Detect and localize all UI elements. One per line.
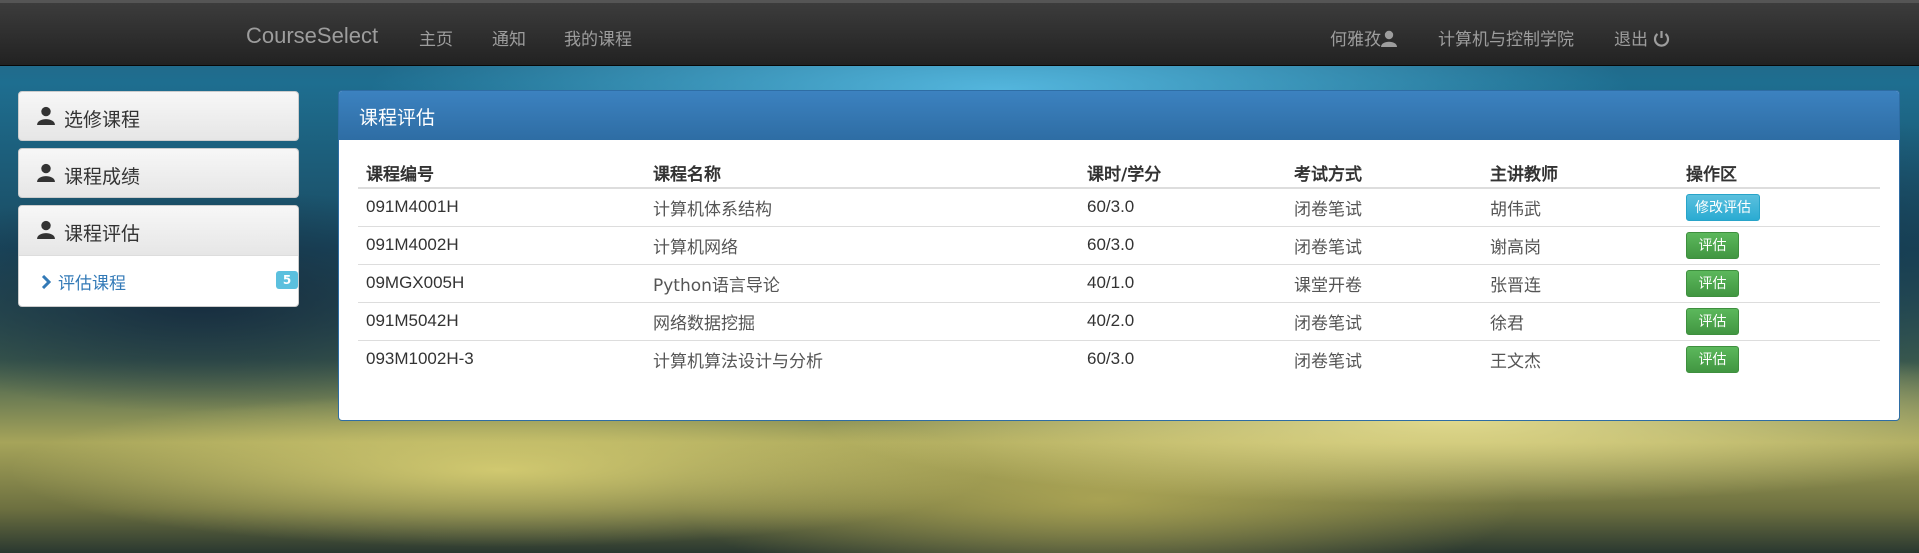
panel-heading: 课程评估 [339,91,1899,140]
nav-logout[interactable]: 退出 [1614,25,1670,50]
exam-type: 闭卷笔试 [1286,187,1482,226]
teacher: 胡伟武 [1482,187,1678,226]
course-name: 计算机体系结构 [645,187,1079,226]
course-name: 网络数据挖掘 [645,301,1079,340]
panel-title: 课程评估 [359,107,436,129]
course-hours: 60/3.0 [1079,187,1286,226]
course-hours: 40/1.0 [1079,263,1286,302]
user-name: 何雅孜 [1330,30,1381,50]
brand-link[interactable]: CourseSelect [246,23,378,49]
course-code: 091M5042H [358,301,645,340]
table-row: 09MGX005H Python语言导论 40/1.0 课堂开卷 张晋连 评估 [358,263,1880,302]
course-hours: 60/3.0 [1079,225,1286,264]
course-code: 091M4002H [358,225,645,264]
course-code: 091M4001H [358,187,645,226]
course-evaluation-panel: 课程评估 课程编号 课程名称 课时/学分 考试方式 主讲教师 操作区 091M4… [338,90,1900,421]
top-navbar: CourseSelect 主页 通知 我的课程 何雅孜 计算机与控制学院 退出 [0,0,1919,66]
course-name: 计算机网络 [645,225,1079,264]
logout-label: 退出 [1614,30,1648,50]
nav-my-courses[interactable]: 我的课程 [564,25,632,50]
course-hours: 60/3.0 [1079,339,1286,378]
nav-home[interactable]: 主页 [419,25,453,50]
count-badge: 5 [276,271,298,289]
sidebar-group-course-evaluation: 课程评估 评估课程 5 [18,205,299,307]
table-row: 091M5042H 网络数据挖掘 40/2.0 闭卷笔试 徐君 评估 [358,301,1880,340]
exam-type: 课堂开卷 [1286,263,1482,302]
sidebar-item-label: 课程成绩 [64,166,141,188]
exam-type: 闭卷笔试 [1286,225,1482,264]
course-table: 课程编号 课程名称 课时/学分 考试方式 主讲教师 操作区 091M4001H … [358,157,1880,378]
user-icon [37,220,55,239]
user-icon [1381,30,1397,47]
exam-type: 闭卷笔试 [1286,301,1482,340]
exam-type: 闭卷笔试 [1286,339,1482,378]
course-name: Python语言导论 [645,263,1079,302]
nav-department[interactable]: 计算机与控制学院 [1438,25,1574,50]
chevron-right-icon [41,275,52,289]
table-row: 091M4002H 计算机网络 60/3.0 闭卷笔试 谢高岗 评估 [358,225,1880,264]
teacher: 王文杰 [1482,339,1678,378]
teacher: 谢高岗 [1482,225,1678,264]
course-code: 09MGX005H [358,263,645,302]
sidebar-item-label: 课程评估 [64,223,141,245]
column-header: 课程名称 [645,157,1079,189]
teacher: 张晋连 [1482,263,1678,302]
nav-user[interactable]: 何雅孜 [1330,25,1397,50]
evaluate-button[interactable]: 评估 [1686,231,1739,259]
column-header: 主讲教师 [1482,157,1678,189]
sidebar-subitem-label: 评估课程 [58,274,126,294]
sidebar-item-course-grades[interactable]: 课程成绩 [18,148,299,198]
user-icon [37,163,55,182]
table-row: 093M1002H-3 计算机算法设计与分析 60/3.0 闭卷笔试 王文杰 评… [358,339,1880,378]
nav-notifications[interactable]: 通知 [492,25,526,50]
course-code: 093M1002H-3 [358,339,645,378]
evaluate-button[interactable]: 评估 [1686,345,1739,373]
column-header: 课时/学分 [1079,157,1286,189]
column-header: 考试方式 [1286,157,1482,189]
course-hours: 40/2.0 [1079,301,1286,340]
sidebar-item-label: 选修课程 [64,109,141,131]
user-icon [37,106,55,125]
sidebar-subitem-evaluate-courses[interactable]: 评估课程 [41,269,126,294]
modify-evaluation-button[interactable]: 修改评估 [1686,193,1760,221]
power-icon [1654,31,1670,47]
table-row: 091M4001H 计算机体系结构 60/3.0 闭卷笔试 胡伟武 修改评估 [358,187,1880,226]
column-header: 操作区 [1678,157,1880,189]
column-header: 课程编号 [358,157,645,189]
evaluate-button[interactable]: 评估 [1686,307,1739,335]
evaluate-button[interactable]: 评估 [1686,269,1739,297]
sidebar-item-elective-courses[interactable]: 选修课程 [18,91,299,141]
teacher: 徐君 [1482,301,1678,340]
sidebar-item-course-evaluation[interactable]: 课程评估 [19,206,298,256]
table-header-row: 课程编号 课程名称 课时/学分 考试方式 主讲教师 操作区 [358,157,1880,189]
course-name: 计算机算法设计与分析 [645,339,1079,378]
